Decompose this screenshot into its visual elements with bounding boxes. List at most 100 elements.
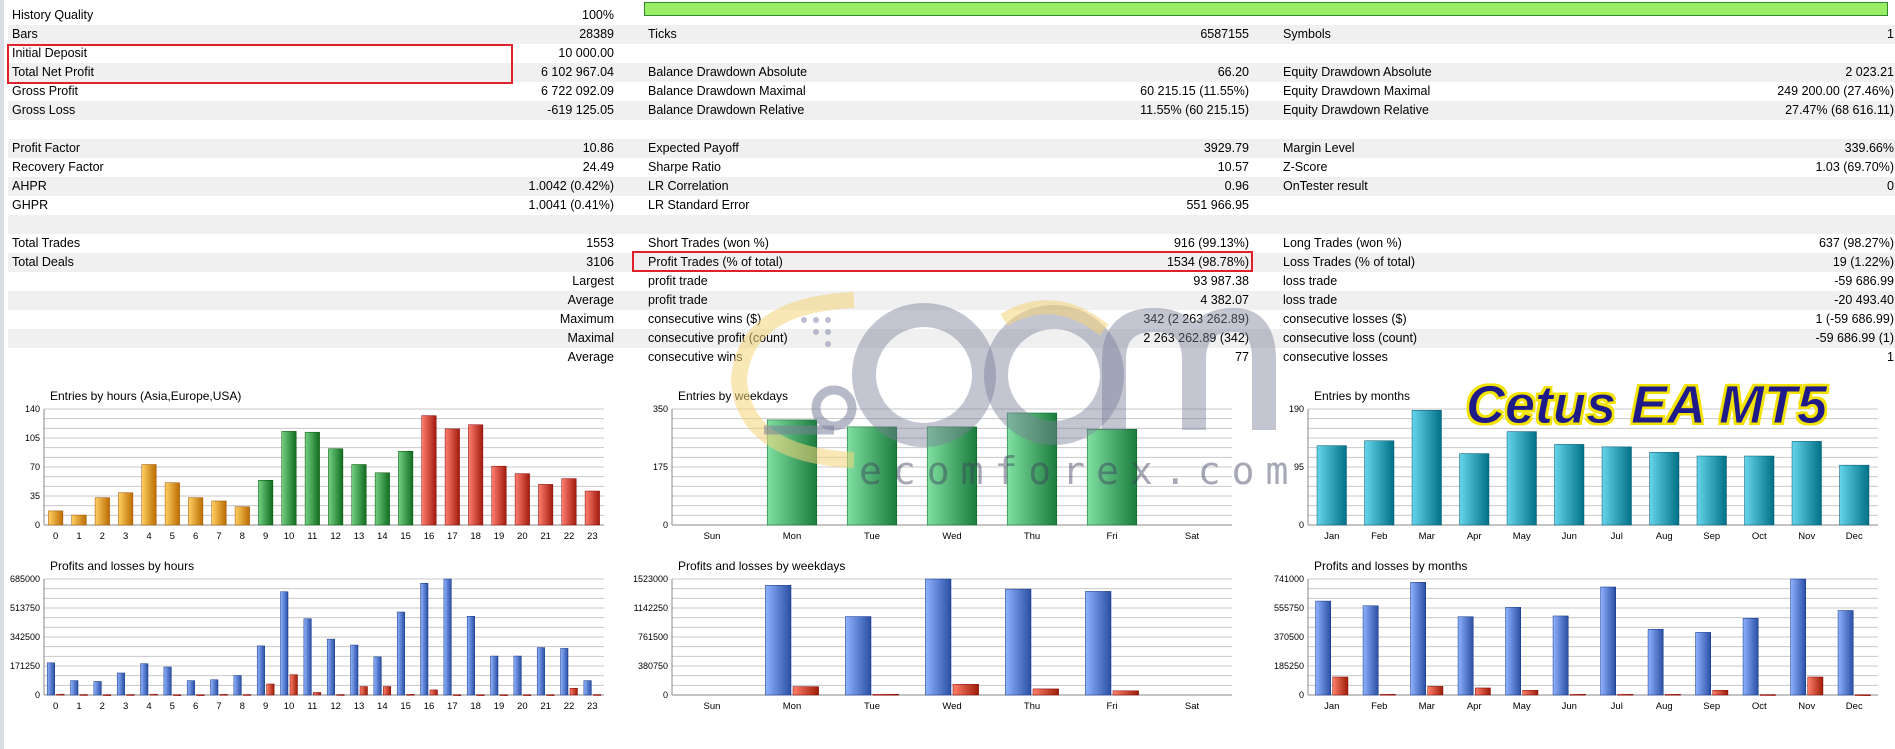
stat-value: -59 686.99 (1) (1815, 331, 1894, 345)
stat-label: Bars (12, 27, 38, 41)
loss-bar (243, 694, 252, 696)
stat-label: Expected Payoff (648, 141, 739, 155)
x-tick-label: Mon (783, 701, 801, 712)
chart-bar (351, 464, 367, 526)
chart-bar (1744, 455, 1775, 526)
stat-value: 27.47% (68 616.11) (1785, 103, 1894, 117)
chart-bar (211, 500, 227, 526)
stat-value: 0.96 (1224, 179, 1249, 193)
stats-row: Maximal consecutive profit (count) 2 263 2… (8, 329, 1895, 348)
chart-bar (1791, 441, 1822, 526)
profit-bar (1790, 578, 1806, 696)
entries-by-hours-chart: Entries by hours (Asia,Europe,USA) 0 35 70 1… (4, 389, 624, 555)
x-tick-label: 22 (564, 531, 575, 542)
loss-bar (173, 694, 182, 696)
loss-bar (546, 694, 555, 696)
chart-bar (141, 464, 157, 526)
y-tick-label: 0 (35, 520, 40, 530)
loss-bar (1112, 690, 1139, 696)
x-tick-label: 3 (123, 701, 128, 712)
x-tick-label: 15 (400, 701, 411, 712)
chart-bar (926, 426, 978, 526)
stat-label: Ticks (648, 27, 677, 41)
profit-bar (1315, 600, 1331, 696)
x-tick-label: Fri (1106, 701, 1117, 712)
y-tick-label: 0 (663, 520, 668, 530)
x-tick-label: Oct (1752, 701, 1767, 712)
profit-bar (373, 656, 382, 696)
loss-bar (219, 694, 228, 696)
stat-label: consecutive profit (count) (648, 331, 788, 345)
loss-bar (149, 693, 158, 696)
stats-row: AHPR 1.0042 (0.42%) LR Correlation 0.96 OnTe… (8, 177, 1895, 196)
loss-bar (56, 693, 65, 696)
x-tick-label: Apr (1467, 701, 1482, 712)
x-tick-label: Jan (1324, 701, 1339, 712)
chart-bar (1364, 440, 1395, 526)
x-tick-label: 4 (146, 701, 151, 712)
y-tick-label: 140 (25, 404, 40, 414)
stat-value: 19 (1.22%) (1832, 255, 1894, 269)
stat-label: Equity Drawdown Relative (1283, 103, 1429, 117)
x-tick-label: 23 (587, 701, 598, 712)
y-tick-label: 380750 (638, 661, 668, 671)
y-tick-label: 0 (663, 690, 668, 700)
stat-value: 1 (1887, 27, 1894, 41)
loss-bar (1475, 687, 1491, 696)
profit-bar (1837, 610, 1854, 696)
stat-label: Gross Profit (12, 84, 78, 98)
stat-value: 1.0042 (0.42%) (528, 179, 614, 193)
x-tick-label: 20 (517, 531, 528, 542)
chart-bar (1839, 464, 1870, 526)
profit-bar (845, 616, 872, 696)
profit-bar (1457, 616, 1474, 696)
profit-bar (256, 645, 265, 696)
chart-bar (94, 497, 110, 526)
chart-bar (164, 482, 180, 526)
profit-bar (490, 655, 499, 696)
x-tick-label: 18 (470, 531, 481, 542)
x-tick-label: Sat (1185, 701, 1200, 712)
y-tick-label: 1142250 (634, 603, 668, 613)
x-tick-label: 0 (53, 701, 58, 712)
x-tick-label: Aug (1656, 701, 1673, 712)
profit-bar (1647, 629, 1664, 696)
profit-bar (560, 648, 569, 696)
loss-bar (266, 683, 275, 696)
profit-bar (1742, 618, 1759, 696)
x-tick-label: 3 (123, 531, 128, 542)
stat-value: 1 (-59 686.99) (1815, 312, 1894, 326)
y-tick-label: 342500 (10, 632, 40, 642)
x-tick-label: May (1513, 701, 1531, 712)
x-tick-label: 11 (307, 701, 317, 712)
stats-row: Average consecutive wins 77 consecutive los… (8, 348, 1895, 367)
loss-bar (1617, 693, 1634, 696)
x-tick-label: Tue (864, 701, 880, 712)
stats-row: Bars 28389 Ticks 6587155 Symbols 1 (8, 25, 1895, 44)
loss-bar (1855, 694, 1871, 696)
stats-row: Gross Loss -619 125.05 Balance Drawdown Re… (8, 101, 1895, 120)
stat-value: 3106 (586, 255, 614, 269)
y-tick-label: 0 (1299, 690, 1304, 700)
profits-losses-by-hours-chart: Profits and losses by hours 0 171250 342500… (4, 559, 624, 725)
profit-bar (140, 663, 149, 696)
x-tick-label: Jul (1611, 701, 1623, 712)
profit-bar (536, 647, 545, 696)
x-tick-label: 0 (53, 531, 58, 542)
profit-bar (210, 679, 219, 696)
profit-bar (1695, 632, 1711, 696)
stat-value: -20 493.40 (1834, 293, 1894, 307)
x-tick-label: Apr (1467, 531, 1482, 542)
chart-plot: 01712503425005137506850000 1 2 3 4 5 6 7 8 9 10 11 1… (10, 574, 604, 712)
stat-value: 10.57 (1217, 160, 1249, 174)
loss-bar (1570, 693, 1586, 696)
x-tick-label: 6 (193, 701, 198, 712)
loss-bar (406, 694, 415, 696)
y-tick-label: 513750 (10, 603, 40, 613)
x-tick-label: Jun (1562, 701, 1577, 712)
stats-row (8, 215, 1895, 234)
stat-value: -619 125.05 (547, 103, 614, 117)
y-tick-label: 70 (30, 462, 40, 472)
stat-label: consecutive losses ($) (1283, 312, 1407, 326)
stat-value: 2 263 262.89 (342) (1143, 331, 1249, 345)
